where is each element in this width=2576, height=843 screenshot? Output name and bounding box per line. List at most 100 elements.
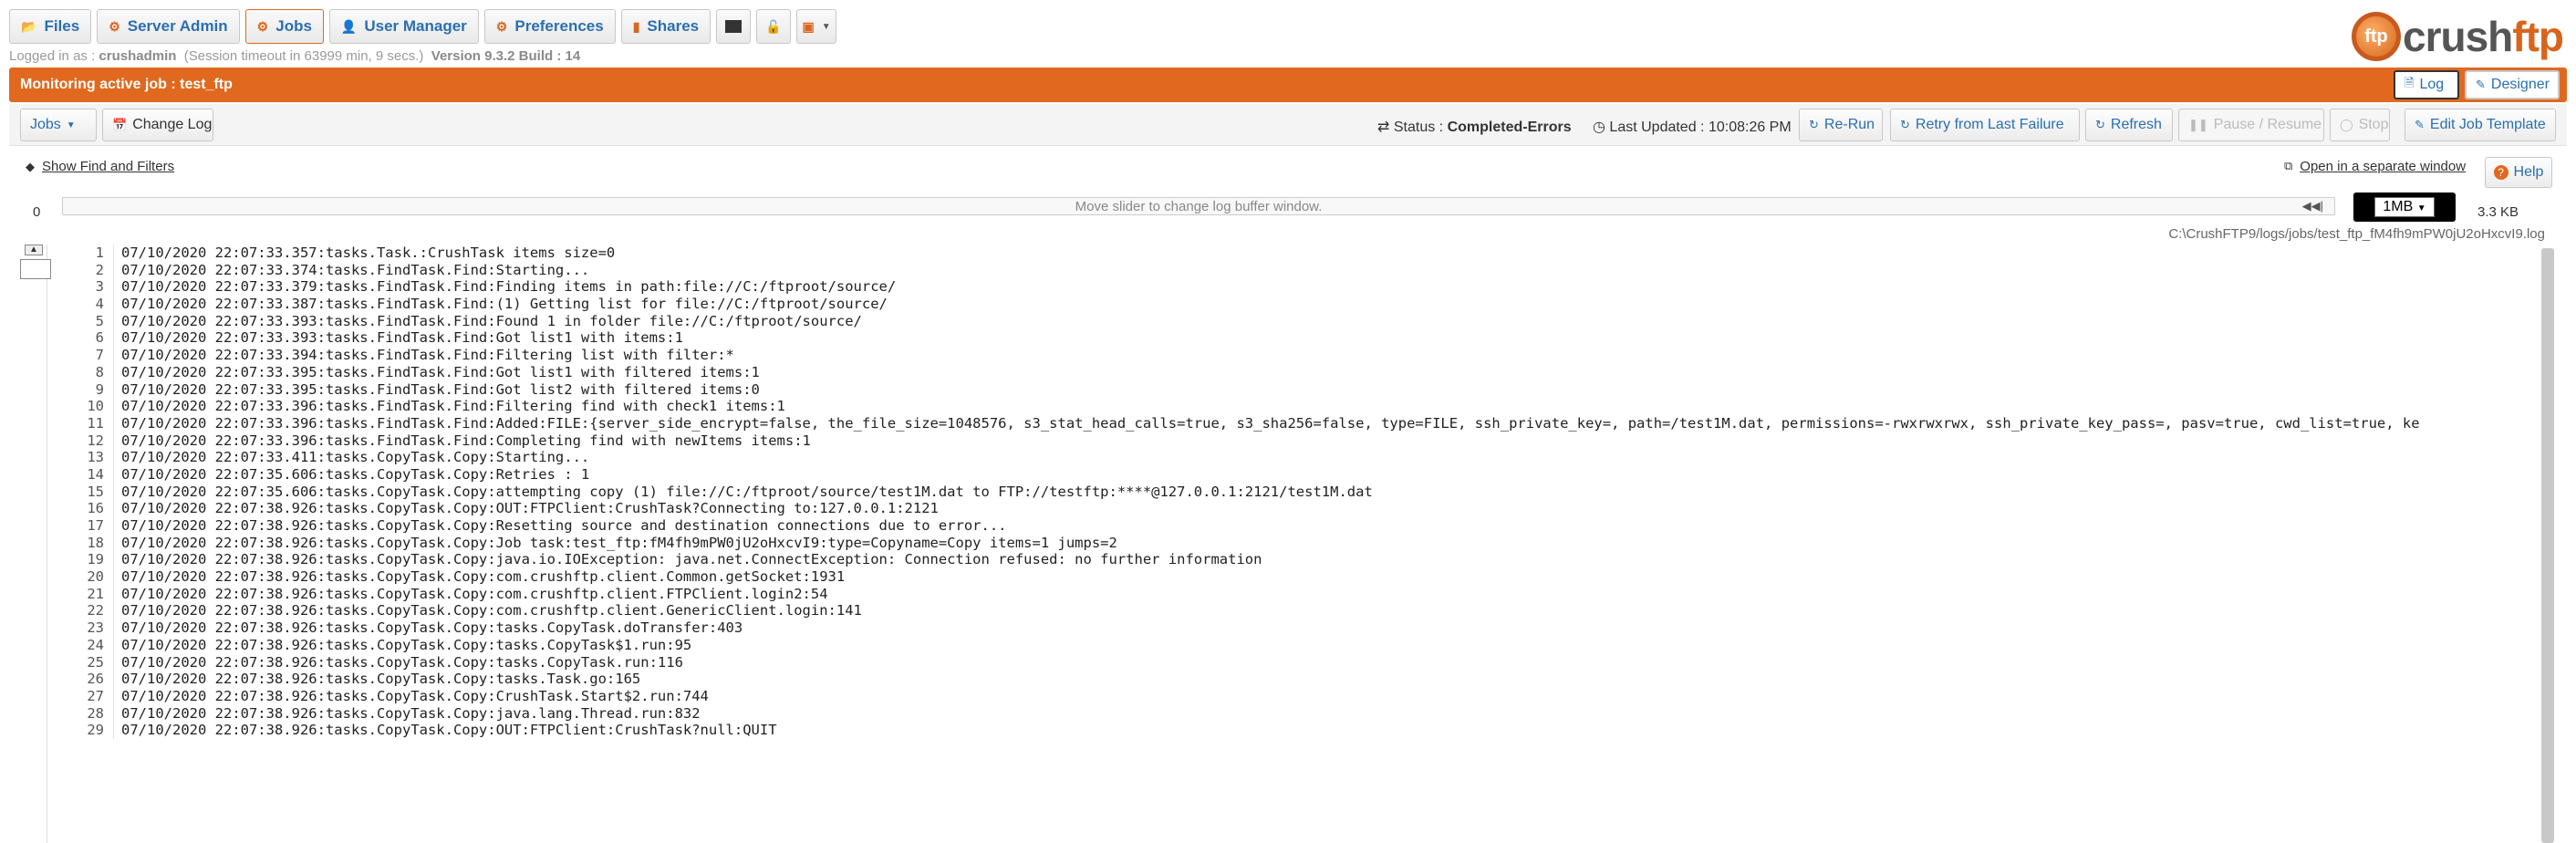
log-view-button[interactable]: 🗎 Log	[2394, 70, 2459, 99]
log-line-number: 5	[95, 312, 104, 329]
image-icon: ▣	[802, 18, 815, 34]
rerun-label: Re-Run	[1823, 117, 1875, 132]
refresh-button[interactable]: ↻ Refresh	[2085, 109, 2173, 141]
unlock-button[interactable]: 🔓	[756, 9, 792, 44]
log-line: 8 07/10/2020 22:07:33.395:tasks.FindTask.…	[55, 363, 2540, 381]
log-file-path: C:\CrushFTP9/logs/jobs/test_ftp_fM4fh9mP…	[2168, 226, 2545, 242]
log-line-number: 4	[95, 296, 104, 313]
image-menu-button[interactable]: ▣ ▼	[796, 9, 837, 44]
logo-text-ftp: ftp	[2512, 13, 2564, 60]
log-line-number: 23	[87, 619, 104, 637]
slider-hint: Move slider to change log buffer window.	[1075, 199, 1323, 214]
log-line-number: 22	[87, 602, 104, 619]
retry-label: Retry from Last Failure	[1915, 117, 2064, 132]
log-line-number: 17	[87, 517, 104, 534]
log-line-number: 13	[87, 449, 104, 466]
log-buffer-slider[interactable]: Move slider to change log buffer window.…	[62, 197, 2335, 215]
log-line-number: 7	[95, 347, 104, 364]
jobs-dropdown[interactable]: Jobs ▼	[20, 109, 97, 141]
pause-icon: ❚❚	[2188, 118, 2208, 131]
show-find-filters-label: Show Find and Filters	[42, 159, 175, 174]
log-scrollbar[interactable]	[2541, 248, 2554, 843]
log-line-text: 07/10/2020 22:07:35.606:tasks.CopyTask.C…	[113, 483, 1373, 501]
log-line-text: 07/10/2020 22:07:38.926:tasks.CopyTask.C…	[113, 585, 828, 603]
gutter-box[interactable]	[20, 259, 51, 279]
log-line: 23 07/10/2020 22:07:38.926:tasks.CopyTask…	[55, 619, 2540, 637]
log-line: 26 07/10/2020 22:07:38.926:tasks.CopyTask…	[55, 671, 2540, 688]
scroll-up-icon[interactable]: ▲	[25, 245, 43, 255]
nav-jobs-button[interactable]: ⚙ Jobs	[244, 9, 324, 44]
log-line-number: 18	[87, 534, 104, 551]
log-line-text: 07/10/2020 22:07:38.926:tasks.CopyTask.C…	[113, 704, 701, 723]
pencil-icon: ✎	[2415, 118, 2425, 131]
log-line-text: 07/10/2020 22:07:33.387:tasks.FindTask.F…	[113, 296, 888, 313]
log-line-text: 07/10/2020 22:07:33.379:tasks.FindTask.F…	[113, 278, 896, 297]
nav-server-admin-button[interactable]: ⚙ Server Admin	[97, 9, 240, 44]
pause-resume-button[interactable]: ❚❚ Pause / Resume	[2178, 109, 2324, 141]
log-line-text: 07/10/2020 22:07:38.926:tasks.CopyTask.C…	[113, 619, 743, 637]
job-toolbar: Jobs ▼ 📅 Change Log ⇄ Status : Completed…	[9, 104, 2567, 146]
version-text: Version 9.3.2 Build : 14	[431, 48, 581, 64]
log-line-text: 07/10/2020 22:07:33.393:tasks.FindTask.F…	[113, 312, 862, 330]
nav-server-admin-label: Server Admin	[127, 17, 228, 35]
edit-job-template-button[interactable]: ✎ Edit Job Template	[2405, 109, 2556, 141]
terminal-button[interactable]	[716, 9, 752, 44]
user-icon: 👤	[340, 18, 358, 34]
log-line: 28 07/10/2020 22:07:38.926:tasks.CopyTask…	[55, 704, 2540, 723]
log-line-number: 27	[87, 687, 104, 704]
last-updated-label: Last Updated :	[1609, 120, 1705, 135]
log-line-number: 6	[95, 329, 104, 347]
nav-preferences-button[interactable]: ⚙ Preferences	[483, 9, 616, 44]
help-label: Help	[2513, 164, 2544, 180]
job-status: ⇄ Status : Completed-Errors	[1377, 118, 1572, 136]
preferences-icon: ⚙	[495, 18, 508, 34]
log-line-text: 07/10/2020 22:07:33.394:tasks.FindTask.F…	[113, 347, 734, 364]
designer-button[interactable]: ✎ Designer	[2465, 70, 2560, 99]
log-line: 9 07/10/2020 22:07:33.395:tasks.FindTask.…	[55, 380, 2540, 399]
edit-job-template-label: Edit Job Template	[2429, 117, 2546, 132]
refresh-label: Refresh	[2110, 117, 2162, 132]
log-gutter: ▲	[20, 245, 51, 843]
slider-min-value: 0	[33, 204, 41, 220]
stop-button[interactable]: ◯ Stop	[2330, 109, 2390, 141]
log-line: 17 07/10/2020 22:07:38.926:tasks.CopyTask…	[55, 517, 2540, 535]
help-button[interactable]: ? Help	[2485, 157, 2552, 188]
help-icon: ?	[2493, 165, 2508, 180]
log-line: 3 07/10/2020 22:07:33.379:tasks.FindTask.…	[55, 278, 2540, 297]
crushftp-logo: ftp crushftp	[2352, 7, 2576, 66]
log-line-text: 07/10/2020 22:07:33.396:tasks.FindTask.F…	[113, 414, 2420, 432]
session-info: Logged in as : crushadmin (Session timeo…	[9, 48, 580, 64]
open-separate-window-link[interactable]: ⧉ Open in a separate window	[2284, 159, 2466, 174]
log-line-number: 16	[87, 500, 104, 517]
log-line-text: 07/10/2020 22:07:38.926:tasks.CopyTask.C…	[113, 722, 777, 739]
log-line-number: 10	[87, 398, 104, 415]
log-line-text: 07/10/2020 22:07:38.926:tasks.CopyTask.C…	[113, 534, 1117, 552]
change-log-button[interactable]: 📅 Change Log	[102, 109, 213, 141]
monitor-title: Monitoring active job : test_ftp	[20, 77, 233, 92]
retry-button[interactable]: ↻ Retry from Last Failure	[1890, 109, 2080, 141]
buffer-size-select[interactable]: 1MB ▼	[2353, 193, 2456, 222]
log-line-number: 11	[87, 414, 104, 432]
nav-files-button[interactable]: 📂 Files	[9, 9, 92, 44]
main-nav: 📂 Files ⚙ Server Admin ⚙ Jobs 👤 User Man…	[9, 9, 837, 44]
slider-handle-icon[interactable]: ◀◀|	[2302, 199, 2323, 213]
log-view-label: Log	[2419, 77, 2445, 92]
caret-down-icon: ▼	[66, 120, 76, 130]
log-line: 2 07/10/2020 22:07:33.374:tasks.FindTask.…	[55, 261, 2540, 279]
last-updated: ◷ Last Updated : 10:08:26 PM	[1593, 118, 1792, 136]
log-line: 27 07/10/2020 22:07:38.926:tasks.CopyTask…	[55, 687, 2540, 705]
log-line-number: 15	[87, 483, 104, 500]
nav-shares-button[interactable]: ▮ Shares	[620, 9, 712, 44]
show-find-filters-link[interactable]: ◆ Show Find and Filters	[26, 159, 174, 174]
log-line: 14 07/10/2020 22:07:35.606:tasks.CopyTask…	[55, 465, 2540, 484]
rerun-button[interactable]: ↻ Re-Run	[1799, 109, 1883, 141]
buffer-size-option: 1MB	[2383, 199, 2414, 214]
log-line-number: 9	[95, 380, 104, 398]
nav-user-manager-button[interactable]: 👤 User Manager	[328, 9, 479, 44]
log-line: 4 07/10/2020 22:07:33.387:tasks.FindTask.…	[55, 296, 2540, 313]
log-line: 10 07/10/2020 22:07:33.396:tasks.FindTask…	[55, 398, 2540, 415]
log-line-text: 07/10/2020 22:07:38.926:tasks.CopyTask.C…	[113, 602, 862, 620]
nav-shares-label: Shares	[647, 17, 700, 35]
caret-down-icon: ▼	[2416, 203, 2426, 213]
log-line-number: 24	[87, 636, 104, 653]
